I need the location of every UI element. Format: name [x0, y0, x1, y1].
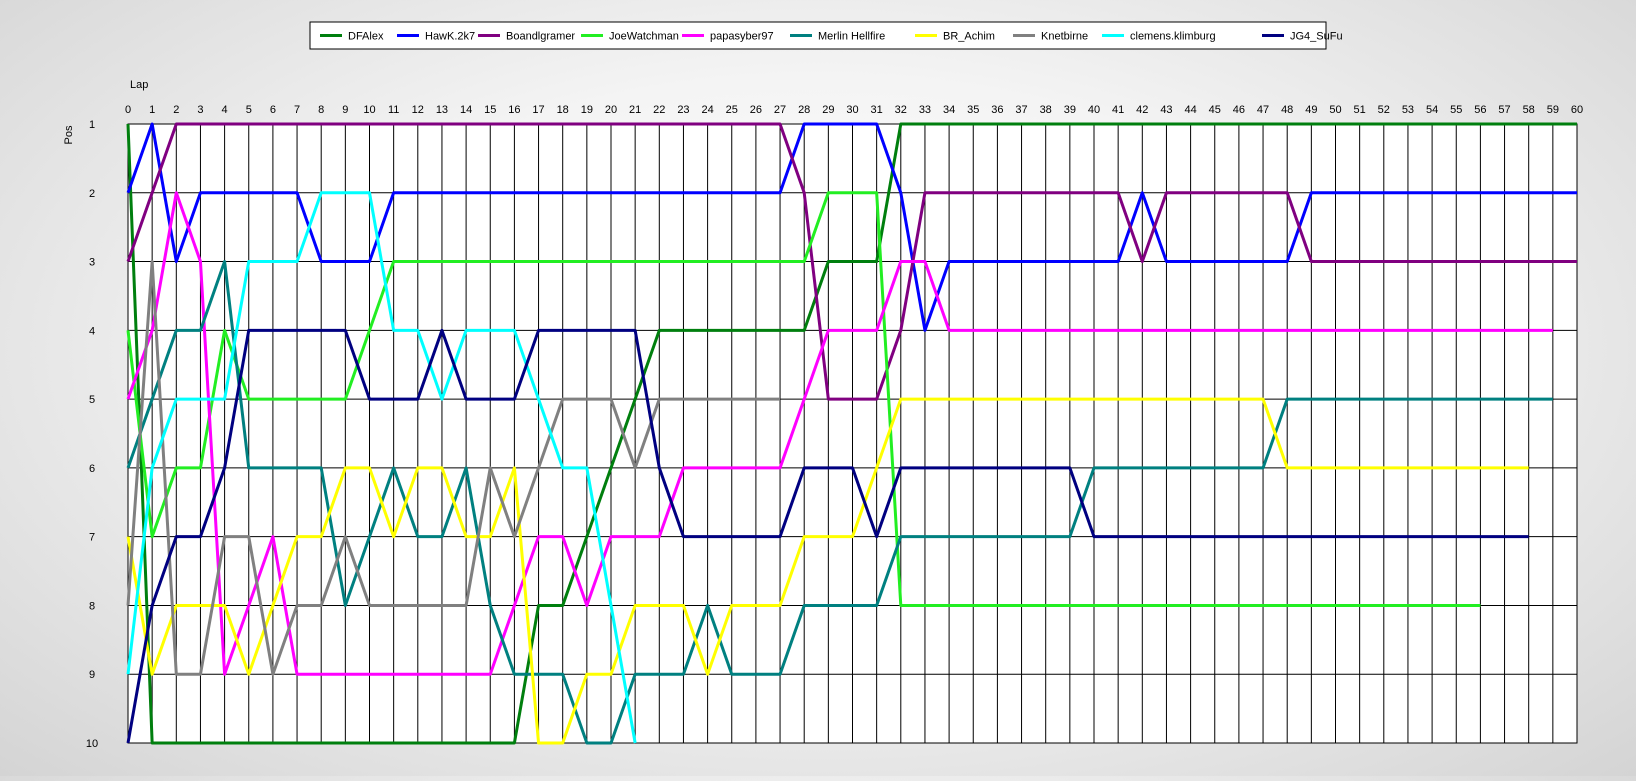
race-position-chart: DFAlex HawK.2k7 Boandlgramer JoeWatchman pap… — [0, 0, 1636, 776]
y-tick-label: 5 — [89, 394, 95, 406]
x-tick-label: 50 — [1329, 104, 1341, 116]
x-tick-label: 4 — [222, 104, 228, 116]
x-tick-label: 10 — [363, 104, 375, 116]
legend-label-8: clemens.klimburg — [1130, 31, 1216, 43]
legend-label-0: DFAlex — [348, 31, 384, 43]
x-tick-label: 45 — [1209, 104, 1221, 116]
y-tick-label: 9 — [89, 669, 95, 681]
x-tick-label: 41 — [1112, 104, 1124, 116]
x-tick-label: 14 — [460, 104, 472, 116]
x-tick-label: 0 — [125, 104, 131, 116]
x-axis-label: Lap — [130, 79, 148, 91]
legend-label-6: BR_Achim — [943, 31, 995, 43]
x-tick-label: 21 — [629, 104, 641, 116]
x-tick-label: 36 — [991, 104, 1003, 116]
x-tick-label: 16 — [508, 104, 520, 116]
x-tick-label: 28 — [798, 104, 810, 116]
x-tick-label: 17 — [532, 104, 544, 116]
y-tick-label: 3 — [89, 257, 95, 269]
x-tick-label: 24 — [701, 104, 713, 116]
x-tick-label: 32 — [895, 104, 907, 116]
x-tick-label: 44 — [1184, 104, 1196, 116]
x-tick-label: 11 — [388, 104, 399, 116]
legend-label-5: Merlin Hellfire — [818, 31, 885, 43]
y-tick-label: 7 — [89, 532, 95, 544]
x-tick-label: 31 — [871, 104, 883, 116]
x-tick-label: 51 — [1354, 104, 1366, 116]
x-tick-label: 1 — [149, 104, 155, 116]
x-tick-label: 27 — [774, 104, 786, 116]
legend-label-3: JoeWatchman — [609, 31, 679, 43]
x-tick-label: 56 — [1474, 104, 1486, 116]
x-tick-label: 57 — [1498, 104, 1510, 116]
chart-svg: DFAlex HawK.2k7 Boandlgramer JoeWatchman pap… — [63, 21, 1583, 750]
x-tick-label: 19 — [581, 104, 593, 116]
x-tick-label: 47 — [1257, 104, 1269, 116]
x-tick-label: 20 — [605, 104, 617, 116]
x-tick-label: 29 — [822, 104, 834, 116]
x-tick-label: 38 — [1040, 104, 1052, 116]
x-tick-label: 26 — [750, 104, 762, 116]
x-tick-label: 52 — [1378, 104, 1390, 116]
x-tick-label: 30 — [846, 104, 858, 116]
x-tick-label: 7 — [294, 104, 300, 116]
x-tick-label: 2 — [173, 104, 179, 116]
x-tick-label: 9 — [342, 104, 348, 116]
grid — [127, 123, 1578, 744]
x-tick-label: 46 — [1233, 104, 1245, 116]
x-tick-label: 59 — [1547, 104, 1559, 116]
legend-label-4: papasyber97 — [710, 31, 774, 43]
y-tick-label: 10 — [86, 738, 98, 750]
x-tick-label: 60 — [1571, 104, 1583, 116]
x-tick-label: 40 — [1088, 104, 1100, 116]
legend-label-2: Boandlgramer — [506, 31, 575, 43]
x-tick-label: 6 — [270, 104, 276, 116]
y-axis-label: Pos — [63, 125, 75, 144]
x-tick-label: 49 — [1305, 104, 1317, 116]
x-tick-label: 35 — [967, 104, 979, 116]
x-tick-label: 58 — [1523, 104, 1535, 116]
x-tick-label: 33 — [919, 104, 931, 116]
x-tick-label: 37 — [1015, 104, 1027, 116]
x-tick-label: 54 — [1426, 104, 1438, 116]
x-tick-label: 39 — [1064, 104, 1076, 116]
x-tick-label: 22 — [653, 104, 665, 116]
y-tick-label: 2 — [89, 188, 95, 200]
x-tick-label: 3 — [197, 104, 203, 116]
legend-label-9: JG4_SuFu — [1290, 31, 1343, 43]
x-tick-label: 55 — [1450, 104, 1462, 116]
x-tick-label: 15 — [484, 104, 496, 116]
x-tick-label: 12 — [412, 104, 424, 116]
y-tick-label: 4 — [89, 325, 95, 337]
legend-label-7: Knetbirne — [1041, 31, 1088, 43]
x-tick-label: 5 — [246, 104, 252, 116]
x-tick-label: 43 — [1160, 104, 1172, 116]
x-tick-label: 8 — [318, 104, 324, 116]
y-tick-label: 8 — [89, 600, 95, 612]
y-tick-label: 6 — [89, 463, 95, 475]
x-tick-label: 42 — [1136, 104, 1148, 116]
y-tick-label: 1 — [89, 119, 95, 131]
x-tick-label: 53 — [1402, 104, 1414, 116]
legend-label-1: HawK.2k7 — [425, 31, 475, 43]
x-tick-label: 34 — [943, 104, 955, 116]
x-tick-label: 25 — [726, 104, 738, 116]
x-tick-label: 23 — [677, 104, 689, 116]
x-tick-label: 18 — [557, 104, 569, 116]
x-tick-label: 13 — [436, 104, 448, 116]
x-tick-label: 48 — [1281, 104, 1293, 116]
legend: DFAlex HawK.2k7 Boandlgramer JoeWatchman pap… — [309, 21, 1343, 50]
